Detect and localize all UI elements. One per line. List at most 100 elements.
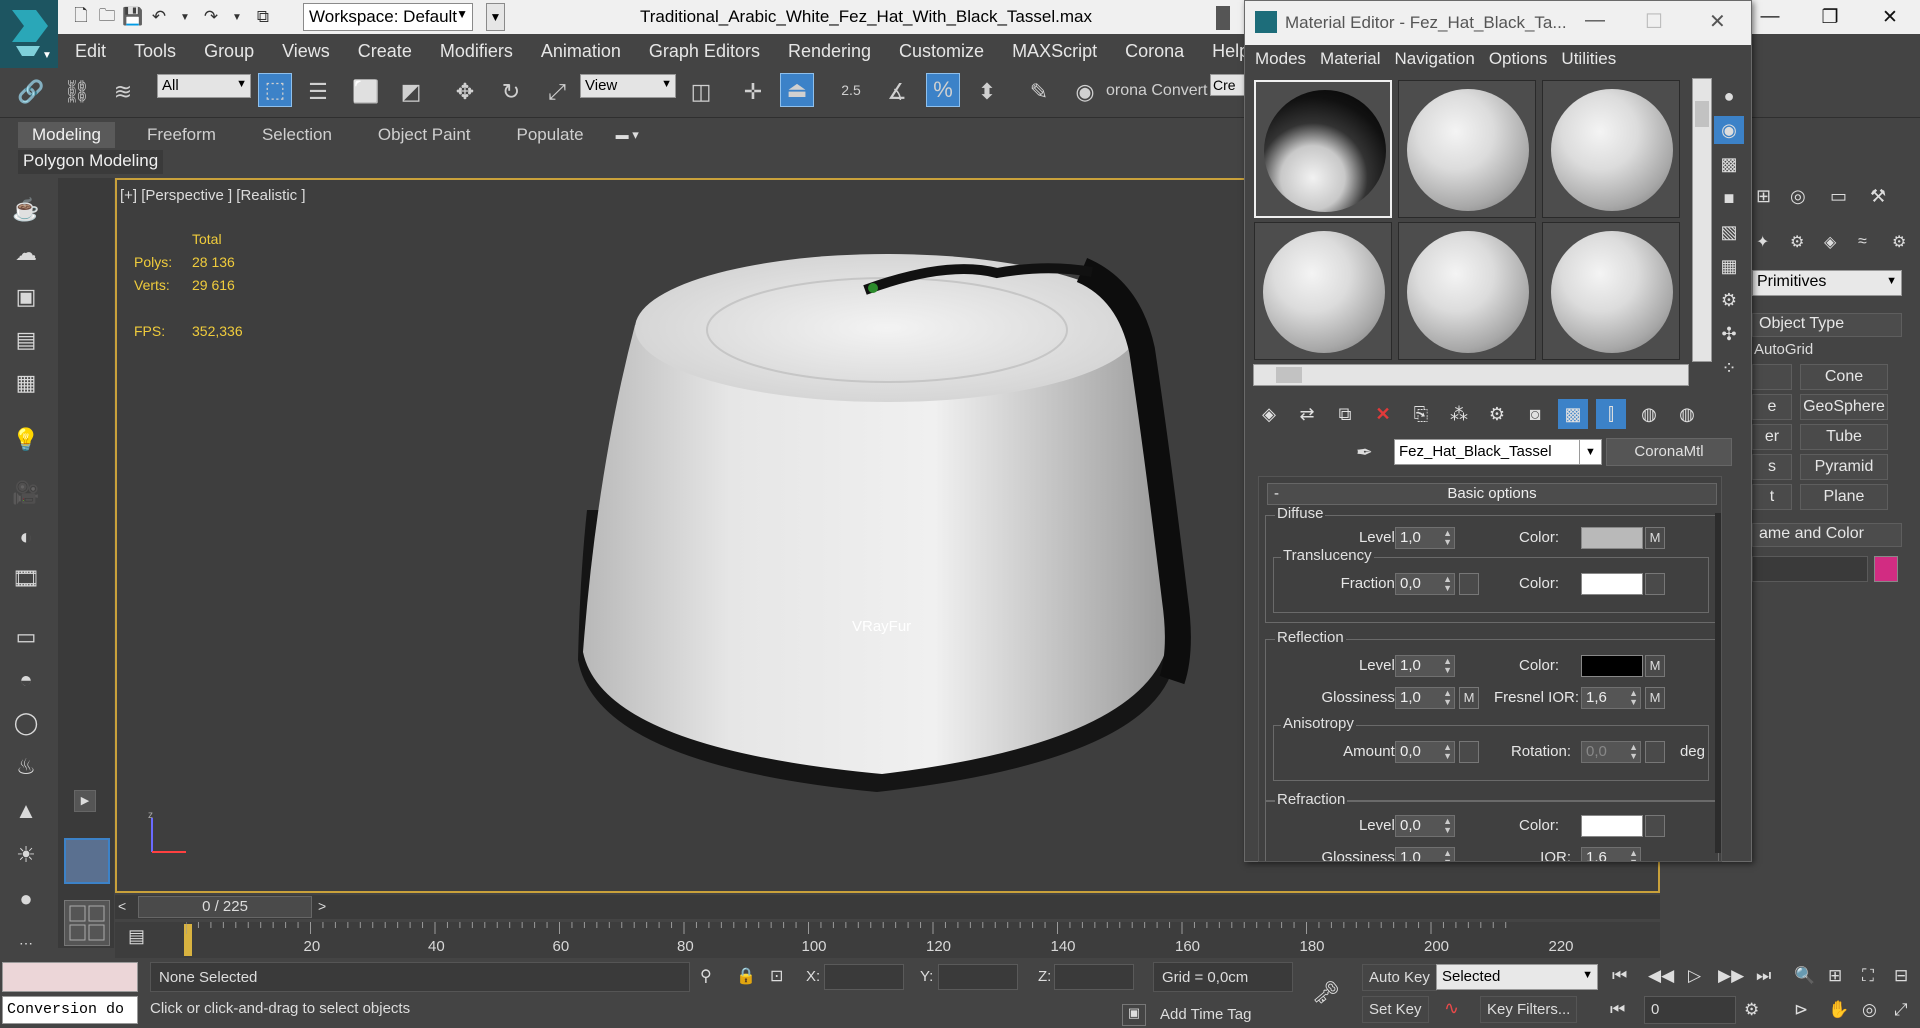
sun-icon[interactable]: ☀ [10, 840, 42, 870]
material-slot-1[interactable] [1254, 80, 1392, 218]
sample-type-icon[interactable]: ● [1714, 82, 1744, 110]
glossiness-map-button[interactable]: M [1459, 687, 1479, 709]
y-coordinate-field[interactable] [938, 964, 1018, 990]
time-slider-track[interactable] [115, 895, 1660, 919]
minimize-icon[interactable]: — [1585, 9, 1605, 32]
redo-dropdown-icon[interactable]: ▼ [224, 5, 250, 29]
diffuse-color-swatch[interactable] [1581, 527, 1643, 549]
isolate-toggle-icon[interactable]: ⚲ [700, 966, 712, 986]
tab-modeling[interactable]: Modeling [18, 122, 115, 148]
reflection-level-spinner[interactable]: 1,0 ▲ ▼ [1395, 655, 1455, 677]
material-name-dropdown[interactable]: Fez_Hat_Black_Tassel ▼ [1394, 439, 1602, 465]
set-key-button[interactable]: Set Key [1362, 996, 1429, 1023]
go-forward-to-sibling-icon[interactable]: ◍ [1672, 399, 1702, 429]
cloud-icon[interactable]: ☁ [10, 238, 42, 268]
app-logo[interactable]: ▼ [0, 0, 58, 68]
plane-button[interactable]: Plane [1800, 484, 1888, 510]
material-slot-4[interactable] [1254, 222, 1392, 360]
motion-tab-icon[interactable]: ◎ [1790, 186, 1830, 207]
render-frame-icon[interactable]: ▣ [10, 282, 42, 312]
time-prev-icon[interactable]: < [118, 898, 126, 914]
cameras-icon[interactable]: ⚙ [1790, 232, 1824, 252]
menu-customize[interactable]: Customize [899, 41, 984, 62]
selection-filter-dropdown[interactable]: All ▼ [157, 74, 251, 98]
unlink-icon[interactable]: ⛓ [60, 75, 94, 109]
torus-button[interactable]: s [1752, 454, 1792, 480]
material-map-navigator-icon[interactable]: ⁘ [1714, 354, 1744, 382]
reference-coordinate-dropdown[interactable]: View ▼ [580, 74, 676, 98]
get-material-icon[interactable]: ◈ [1254, 399, 1284, 429]
camera-icon[interactable]: 🎥 [10, 478, 42, 508]
menu-views[interactable]: Views [282, 41, 330, 62]
select-manipulate-icon[interactable]: ✛ [736, 75, 770, 109]
go-to-start-icon[interactable]: ⏮ [1612, 966, 1627, 986]
next-frame-icon[interactable]: ▶▶ [1718, 966, 1744, 986]
set-key-curve-icon[interactable]: ∿ [1444, 998, 1459, 1019]
x-coordinate-field[interactable] [824, 964, 904, 990]
refraction-ior-spinner[interactable]: 1,6 ▲ ▼ [1581, 847, 1641, 861]
anisotropy-rotation-map-button[interactable] [1645, 741, 1665, 763]
plane-primitive-icon[interactable]: ▭ [10, 622, 42, 652]
spinner-arrows-icon[interactable]: ▲ ▼ [1443, 529, 1452, 547]
reset-material-icon[interactable]: ✕ [1368, 399, 1398, 429]
rectangular-selection-icon[interactable]: ⬜ [349, 75, 383, 109]
teapot-icon[interactable]: ☕ [10, 195, 42, 225]
selection-lock-icon[interactable]: 🔒 [736, 966, 756, 986]
cylinder-button[interactable]: er [1752, 424, 1792, 450]
workspace-dropdown[interactable]: Workspace: Default ▼ [303, 3, 473, 31]
name-and-color-rollout[interactable]: ame and Color [1752, 523, 1902, 547]
utilities-tab-icon[interactable]: ⚒ [1870, 186, 1910, 207]
me-menu-modes[interactable]: Modes [1255, 49, 1306, 69]
undo-dropdown-icon[interactable]: ▼ [172, 5, 198, 29]
time-slider-thumb[interactable]: 0 / 225 [138, 896, 312, 918]
pivot-center-icon[interactable]: ◫ [684, 75, 718, 109]
menu-graph-editors[interactable]: Graph Editors [649, 41, 760, 62]
spinner-arrows-icon[interactable]: ▲ ▼ [1443, 657, 1452, 675]
corona-converter-icon[interactable]: ◉ [1068, 75, 1102, 109]
me-menu-navigation[interactable]: Navigation [1395, 49, 1475, 69]
ribbon-options-icon[interactable]: ▬ ▾ [616, 127, 639, 143]
make-copy-icon[interactable]: ⎘ [1406, 399, 1436, 429]
sphere-icon[interactable]: ● [10, 884, 42, 914]
parameters-scrollbar[interactable] [1715, 513, 1721, 853]
undo-icon[interactable]: ↶ [146, 5, 172, 29]
new-file-icon[interactable]: 🗋 [68, 5, 94, 29]
translucency-fraction-spinner[interactable]: 0,0 ▲ ▼ [1395, 573, 1455, 595]
options-icon[interactable]: ⚙ [1714, 286, 1744, 314]
current-frame-field[interactable]: 0 [1644, 996, 1736, 1024]
render-setup-icon[interactable]: 🎞 [10, 564, 42, 594]
key-mode-dropdown[interactable]: Selected ▼ [1436, 964, 1598, 990]
hierarchy-tab-icon[interactable]: ⊞ [1756, 186, 1790, 207]
teapot-outline-icon[interactable]: ♨ [10, 752, 42, 782]
quad-viewport-layout-icon[interactable] [64, 900, 110, 946]
make-unique-icon[interactable]: ⁂ [1444, 399, 1474, 429]
orbit-icon[interactable]: ◎ [1862, 1000, 1877, 1020]
key-filters-button[interactable]: Key Filters... [1480, 996, 1578, 1023]
maximize-viewport-icon[interactable]: ⤢ [1894, 1000, 1908, 1020]
snap-toggle-icon[interactable]: 2.5 [834, 73, 868, 107]
key-icon[interactable]: 🗝 [1312, 980, 1340, 1006]
percent-snap-icon[interactable]: % [926, 73, 960, 107]
spinner-arrows-icon[interactable]: ▲ ▼ [1443, 849, 1452, 862]
geosphere-button[interactable]: GeoSphere [1800, 394, 1888, 420]
refraction-level-spinner[interactable]: 0,0 ▲ ▼ [1395, 815, 1455, 837]
tab-populate[interactable]: Populate [503, 122, 598, 148]
open-file-icon[interactable]: 🗀 [94, 5, 120, 29]
moon-icon[interactable]: ◐ [10, 522, 42, 552]
field-of-view-icon[interactable]: ⊳ [1794, 1000, 1808, 1020]
display-tab-icon[interactable]: ▭ [1830, 186, 1870, 207]
translucency-map-button[interactable] [1645, 573, 1665, 595]
time-tag-icon[interactable]: ▣ [1122, 1004, 1146, 1026]
fresnel-map-button[interactable]: M [1645, 687, 1665, 709]
spinner-arrows-icon[interactable]: ▲ ▼ [1629, 743, 1638, 761]
go-to-parent-icon[interactable]: ◍ [1634, 399, 1664, 429]
menu-edit[interactable]: Edit [75, 41, 106, 62]
zoom-icon[interactable]: 🔍 [1794, 966, 1815, 986]
primitive-category-dropdown[interactable]: Primitives ▼ [1752, 270, 1902, 296]
material-id-channel-icon[interactable]: ◙ [1520, 399, 1550, 429]
expand-layout-icon[interactable]: ▶ [74, 790, 96, 812]
spinner-arrows-icon[interactable]: ▲ ▼ [1443, 689, 1452, 707]
basic-options-rollout[interactable]: - Basic options [1267, 483, 1717, 505]
spinner-arrows-icon[interactable]: ▲ ▼ [1629, 689, 1638, 707]
diffuse-level-spinner[interactable]: 1,0 ▲ ▼ [1395, 527, 1455, 549]
